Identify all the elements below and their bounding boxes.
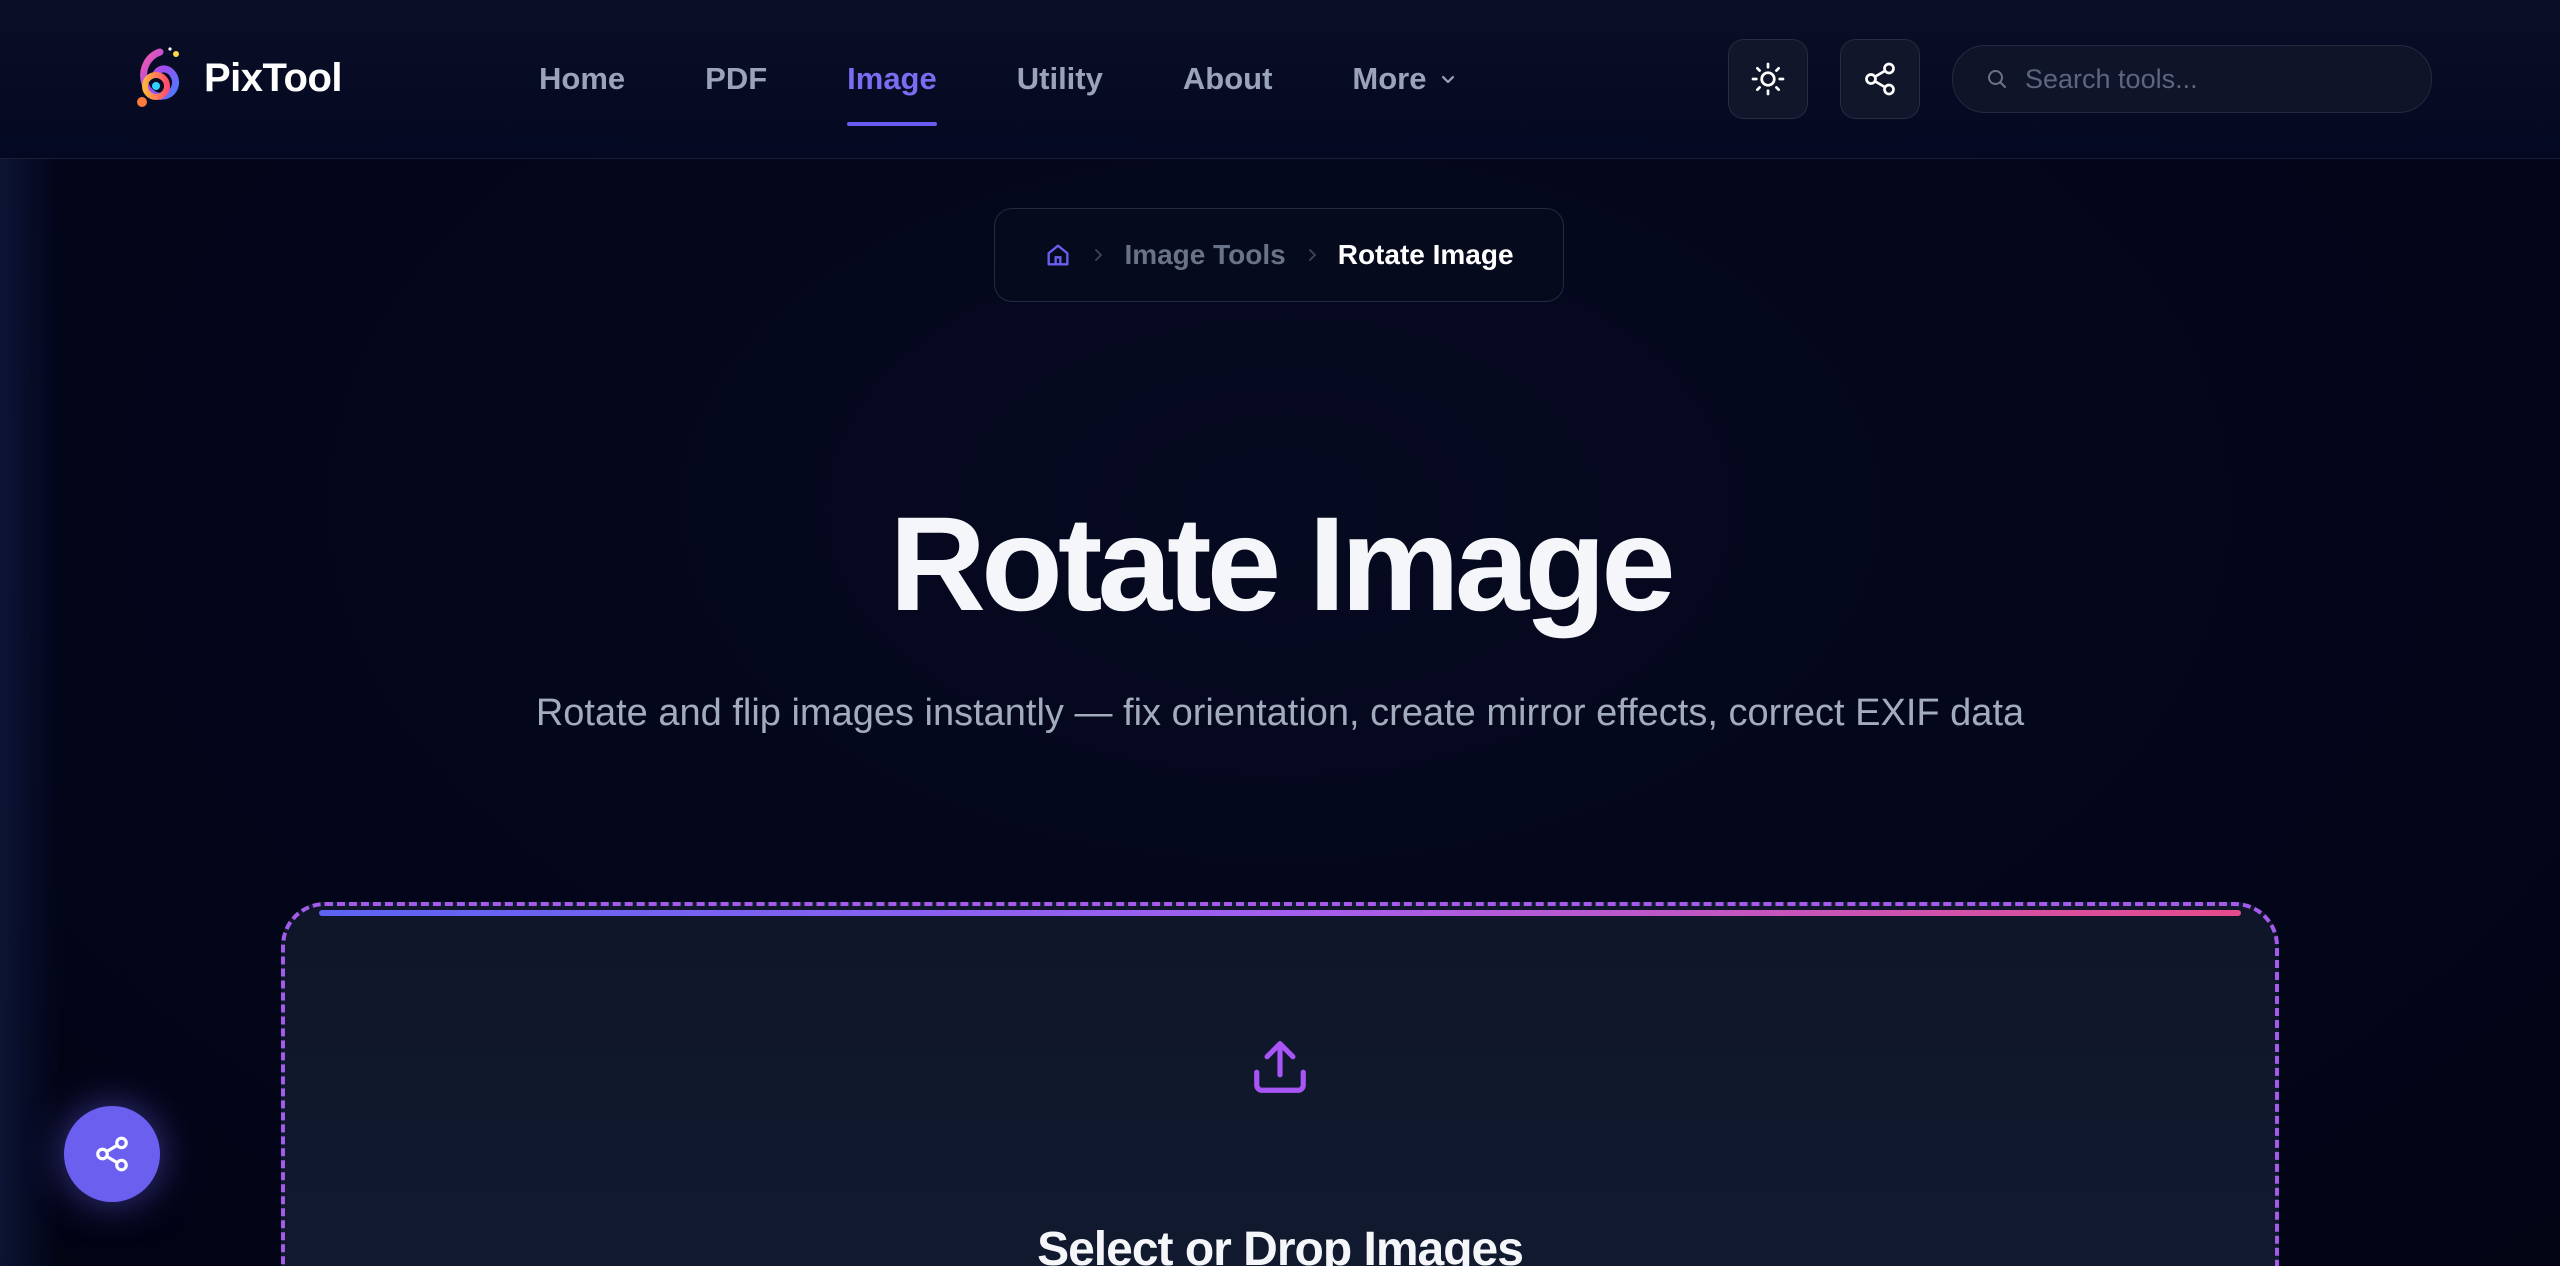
nav-item-pdf[interactable]: PDF <box>705 0 767 158</box>
floating-share-button[interactable] <box>64 1106 160 1202</box>
page-title: Rotate Image <box>889 490 1675 639</box>
nav-item-more[interactable]: More <box>1352 0 1458 158</box>
brand-name: PixTool <box>204 55 342 100</box>
upload-icon <box>1254 1041 1306 1093</box>
breadcrumb-image-tools[interactable]: Image Tools <box>1124 239 1285 271</box>
page: PixTool Home PDF Image Utility About Mor… <box>0 0 2560 1266</box>
share-icon <box>96 1136 128 1172</box>
chevron-right-icon <box>1308 249 1317 261</box>
chevron-right-icon <box>1095 249 1103 261</box>
dropzone-accent-bar <box>319 910 2241 916</box>
nav-item-utility[interactable]: Utility <box>1017 0 1103 158</box>
page-subtitle: Rotate and flip images instantly — fix o… <box>535 692 2025 734</box>
nav-label-pdf: PDF <box>705 61 768 96</box>
image-dropzone[interactable]: Select or Drop Images <box>281 902 2279 1266</box>
breadcrumb: Image Tools Rotate Image <box>994 208 1564 302</box>
top-header: PixTool Home PDF Image Utility About Mor… <box>0 0 2560 159</box>
theme-toggle-button[interactable] <box>1728 39 1808 119</box>
nav-label-about: About <box>1182 61 1273 96</box>
share-icon <box>1865 62 1895 96</box>
breadcrumb-current: Rotate Image <box>1337 239 1514 270</box>
search-box[interactable] <box>1952 45 2432 113</box>
nav-item-home[interactable]: Home <box>539 0 625 158</box>
search-input[interactable] <box>2023 62 2431 96</box>
brand-logo[interactable]: PixTool <box>130 46 342 110</box>
nav-label-home: Home <box>539 61 626 96</box>
main-nav: Home PDF Image Utility About More <box>500 0 1498 158</box>
sun-icon <box>1751 62 1785 96</box>
share-button[interactable] <box>1840 39 1920 119</box>
pixtool-logo-icon <box>137 47 180 107</box>
home-icon[interactable] <box>1044 241 1072 269</box>
chevron-down-icon <box>1442 75 1455 84</box>
dropzone-title: Select or Drop Images <box>1037 1223 1524 1266</box>
nav-item-image[interactable]: Image <box>847 0 937 158</box>
nav-label-more: More <box>1352 61 1427 96</box>
nav-item-about[interactable]: About <box>1183 0 1273 158</box>
search-icon <box>1988 70 2006 88</box>
nav-label-image: Image <box>847 61 937 96</box>
nav-label-utility: Utility <box>1016 61 1103 96</box>
